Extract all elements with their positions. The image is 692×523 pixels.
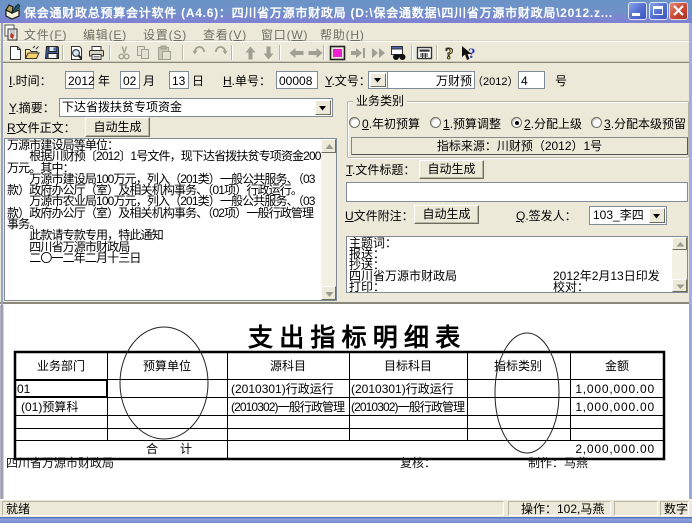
svg-text:四川省万源市财政局: 四川省万源市财政局 [6, 455, 114, 470]
svg-text:(2010302)一般行政管理: (2010302)一般行政管理 [351, 399, 465, 414]
svg-text:1,000,000.00: 1,000,000.00 [575, 400, 655, 414]
svg-text:目标科目: 目标科目 [384, 359, 432, 373]
svg-text:计: 计 [180, 442, 192, 456]
svg-text:?: ? [445, 45, 454, 61]
svg-text:(2010302)一般行政管理: (2010302)一般行政管理 [231, 399, 345, 414]
svg-text:2,000,000.00: 2,000,000.00 [575, 442, 655, 456]
svg-text:01: 01 [17, 382, 31, 396]
svg-text:预算单位: 预算单位 [143, 358, 191, 373]
svg-text:(2010301)行政运行: (2010301)行政运行 [231, 382, 334, 396]
svg-text:复核：: 复核： [400, 456, 436, 470]
svg-text:金额: 金额 [605, 358, 629, 373]
svg-text:(01)预算科: (01)预算科 [21, 399, 78, 414]
svg-text:(2010301)行政运行: (2010301)行政运行 [351, 382, 454, 396]
svg-text:?: ? [468, 46, 476, 61]
svg-text:合: 合 [146, 441, 158, 456]
svg-text:制作：马燕: 制作：马燕 [528, 456, 588, 470]
svg-text:1,000,000.00: 1,000,000.00 [575, 382, 655, 396]
svg-text:业务部门: 业务部门 [37, 358, 85, 373]
svg-text:源科目: 源科目 [270, 359, 306, 373]
svg-text:指标类别: 指标类别 [494, 358, 542, 373]
